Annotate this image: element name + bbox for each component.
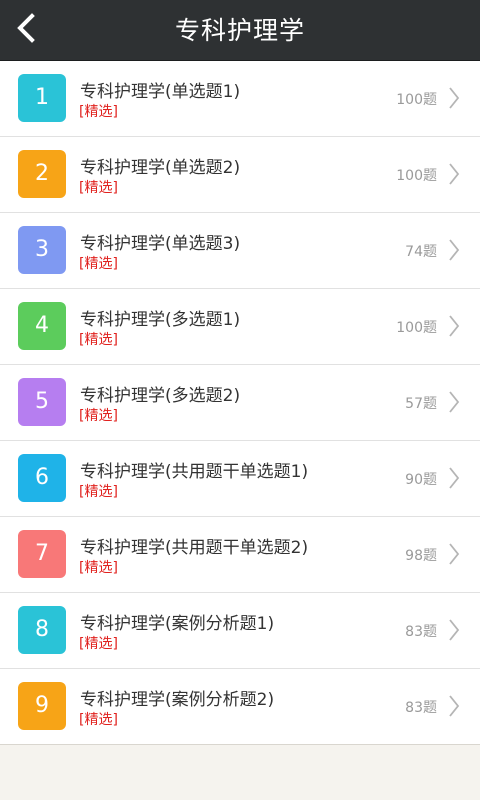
list-item-4[interactable]: 4 专科护理学(多选题1) [精选] 100题 xyxy=(0,289,480,365)
number-badge: 7 xyxy=(18,530,66,578)
item-tag: [精选] xyxy=(79,560,118,576)
question-count: 100题 xyxy=(396,92,437,108)
question-count: 90题 xyxy=(405,472,437,488)
item-title: 专科护理学(案例分析题1) xyxy=(80,614,275,634)
item-tag: [精选] xyxy=(79,636,118,652)
chevron-right-icon xyxy=(448,542,460,566)
chevron-right-icon xyxy=(448,694,460,718)
question-set-list: 1 专科护理学(单选题1) [精选] 100题 2 专科护理学(单选题2) [精… xyxy=(0,61,480,745)
question-count: 98题 xyxy=(405,548,437,564)
list-item-2[interactable]: 2 专科护理学(单选题2) [精选] 100题 xyxy=(0,137,480,213)
question-count: 83题 xyxy=(405,624,437,640)
list-item-8[interactable]: 8 专科护理学(案例分析题1) [精选] 83题 xyxy=(0,593,480,669)
app-screen: 专科护理学 1 专科护理学(单选题1) [精选] 100题 2 专科护理学(单选… xyxy=(0,0,480,800)
question-count: 57题 xyxy=(405,396,437,412)
item-tag: [精选] xyxy=(79,180,118,196)
question-count: 74题 xyxy=(405,244,437,260)
item-title: 专科护理学(单选题3) xyxy=(80,234,241,254)
list-item-9[interactable]: 9 专科护理学(案例分析题2) [精选] 83题 xyxy=(0,669,480,745)
page-title: 专科护理学 xyxy=(174,16,305,45)
item-tag: [精选] xyxy=(79,104,118,120)
top-bar: 专科护理学 xyxy=(0,0,480,61)
chevron-right-icon xyxy=(448,162,460,186)
list-item-1[interactable]: 1 专科护理学(单选题1) [精选] 100题 xyxy=(0,61,480,137)
item-tag: [精选] xyxy=(79,332,118,348)
number-badge: 8 xyxy=(18,606,66,654)
list-item-6[interactable]: 6 专科护理学(共用题干单选题1) [精选] 90题 xyxy=(0,441,480,517)
item-title: 专科护理学(共用题干单选题2) xyxy=(80,538,309,558)
item-title: 专科护理学(单选题1) xyxy=(80,82,241,102)
item-tag: [精选] xyxy=(79,484,118,500)
list-item-5[interactable]: 5 专科护理学(多选题2) [精选] 57题 xyxy=(0,365,480,441)
number-badge: 2 xyxy=(18,150,66,198)
number-badge: 1 xyxy=(18,74,66,122)
item-title: 专科护理学(多选题1) xyxy=(80,310,241,330)
question-count: 100题 xyxy=(396,168,437,184)
item-title: 专科护理学(共用题干单选题1) xyxy=(80,462,309,482)
item-tag: [精选] xyxy=(79,256,118,272)
item-tag: [精选] xyxy=(79,712,118,728)
list-item-3[interactable]: 3 专科护理学(单选题3) [精选] 74题 xyxy=(0,213,480,289)
chevron-right-icon xyxy=(448,314,460,338)
question-count: 83题 xyxy=(405,700,437,716)
item-title: 专科护理学(案例分析题2) xyxy=(80,690,275,710)
number-badge: 3 xyxy=(18,226,66,274)
chevron-right-icon xyxy=(448,238,460,262)
chevron-right-icon xyxy=(448,618,460,642)
chevron-right-icon xyxy=(448,466,460,490)
number-badge: 4 xyxy=(18,302,66,350)
list-item-7[interactable]: 7 专科护理学(共用题干单选题2) [精选] 98题 xyxy=(0,517,480,593)
item-title: 专科护理学(单选题2) xyxy=(80,158,241,178)
number-badge: 9 xyxy=(18,682,66,730)
question-count: 100题 xyxy=(396,320,437,336)
number-badge: 5 xyxy=(18,378,66,426)
chevron-right-icon xyxy=(448,390,460,414)
item-title: 专科护理学(多选题2) xyxy=(80,386,241,406)
number-badge: 6 xyxy=(18,454,66,502)
item-tag: [精选] xyxy=(79,408,118,424)
chevron-right-icon xyxy=(448,86,460,110)
